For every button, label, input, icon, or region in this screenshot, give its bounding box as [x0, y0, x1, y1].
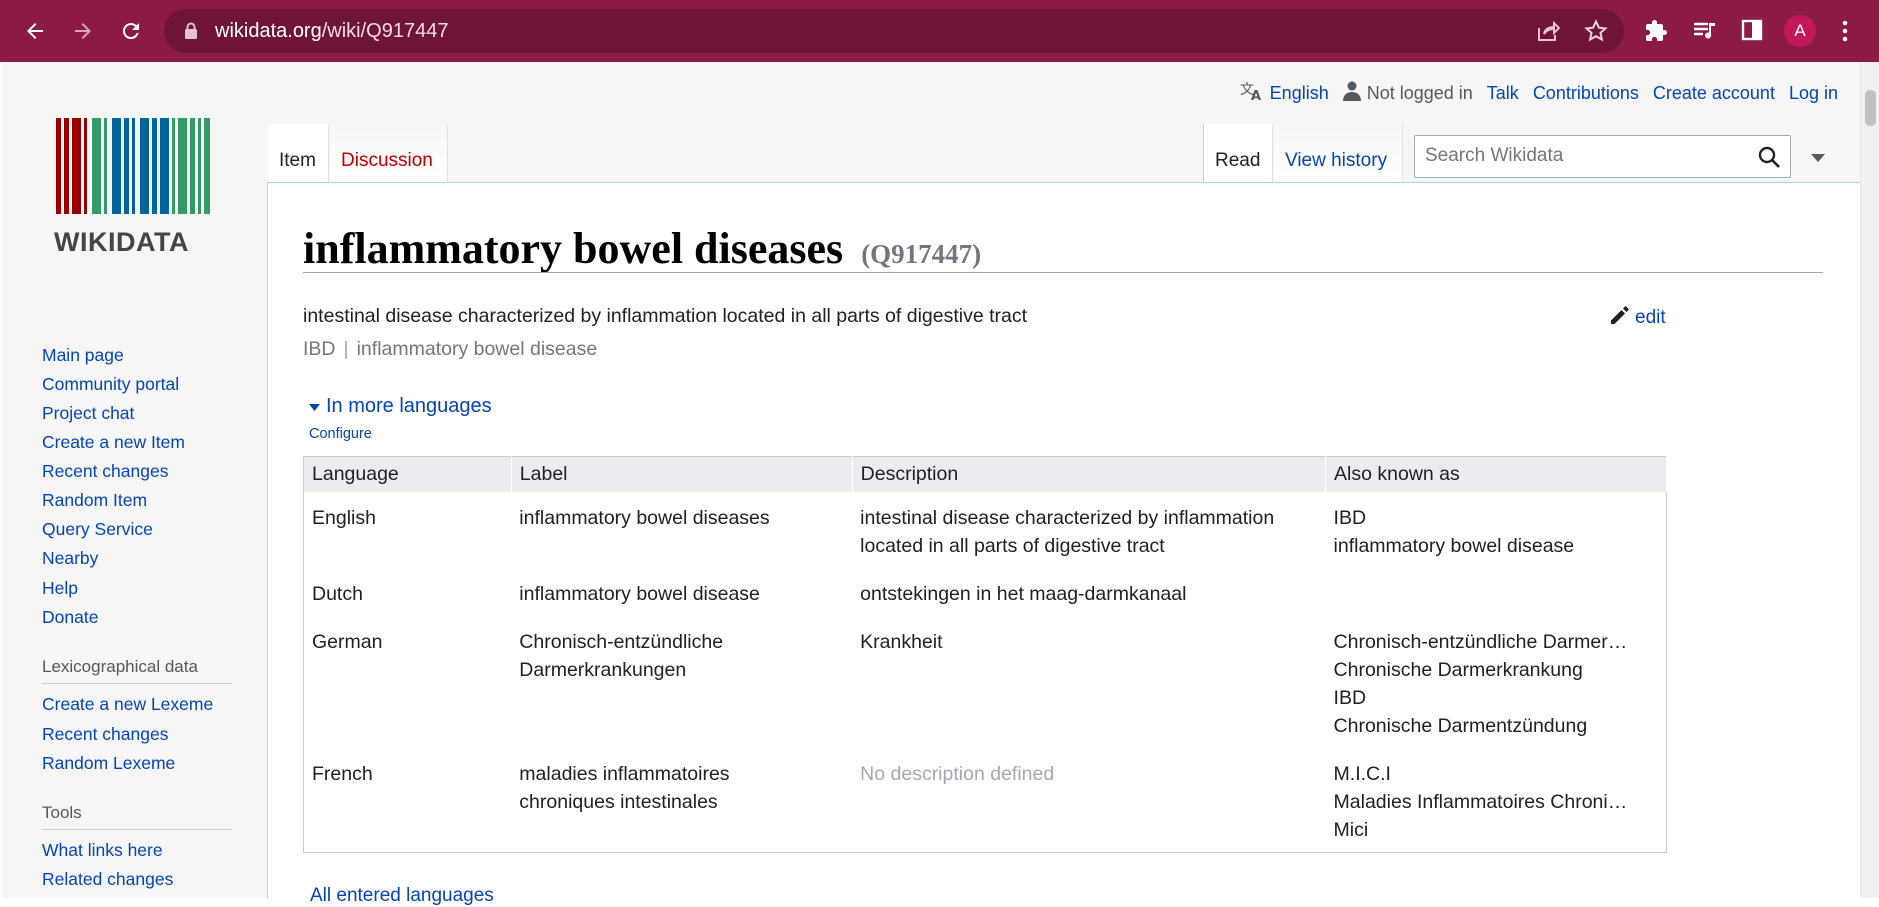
- aka-cell: M.I.C.I Maladies Inflammatoires Chroni… Mi…: [1333, 763, 1628, 841]
- talk-link[interactable]: Talk: [1487, 83, 1519, 104]
- sidebar-item-random-item[interactable]: Random Item: [42, 490, 147, 511]
- contributions-link[interactable]: Contributions: [1533, 83, 1639, 104]
- item-aliases: IBD | inflammatory bowel disease: [303, 338, 598, 360]
- search-icon[interactable]: [1758, 146, 1780, 173]
- not-logged-in-text: Not logged in: [1366, 83, 1473, 103]
- sidebar-item-help[interactable]: Help: [42, 578, 78, 599]
- share-icon[interactable]: [1536, 20, 1561, 47]
- personal-tools: 文A English Not logged in Talk Contributi…: [1240, 80, 1838, 107]
- table-row: Dutch inflammatory bowel disease ontstek…: [304, 568, 1667, 616]
- logo-wordmark: WIKIDATA: [54, 227, 189, 257]
- language-cell: Dutch: [312, 583, 363, 605]
- main-content: inflammatory bowel diseases (Q917447) int…: [267, 182, 1860, 906]
- more-languages-toggle[interactable]: In more languages: [309, 395, 492, 418]
- bookmark-star-icon[interactable]: [1584, 19, 1608, 48]
- configure-link[interactable]: Configure: [309, 426, 372, 442]
- label-cell: maladies inflammatoires chroniques intest…: [519, 763, 730, 813]
- log-in-link[interactable]: Log in: [1789, 83, 1838, 104]
- label-cell: Chronisch-entzündliche Darmerkrankungen: [519, 631, 724, 681]
- profile-avatar[interactable]: A: [1784, 15, 1816, 47]
- page-title: inflammatory bowel diseases (Q917447): [303, 223, 981, 274]
- user-icon: [1342, 81, 1361, 106]
- description-cell: No description defined: [860, 763, 1055, 785]
- side-panel-icon[interactable]: [1741, 19, 1763, 46]
- sidebar-item-recent-changes[interactable]: Recent changes: [42, 461, 168, 482]
- table-row: German Chronisch-entzündliche Darmerkrank…: [304, 616, 1667, 748]
- wikidata-logo[interactable]: WIKIDATA: [54, 118, 214, 258]
- tab-item[interactable]: Item: [268, 124, 329, 182]
- aka-cell: [1326, 568, 1667, 616]
- alias: IBD: [303, 338, 336, 360]
- kebab-menu-icon[interactable]: [1842, 19, 1848, 48]
- column-header-description: Description: [852, 456, 1327, 492]
- description-cell: Krankheit: [860, 631, 943, 653]
- language-cell: English: [312, 507, 376, 529]
- sidebar-item-community-portal[interactable]: Community portal: [42, 374, 179, 395]
- sidebar-heading-lexicographical: Lexicographical data: [42, 657, 232, 684]
- alias: inflammatory bowel disease: [356, 338, 598, 360]
- sidebar-item-lexeme-recent-changes[interactable]: Recent changes: [42, 724, 168, 745]
- label-cell: inflammatory bowel disease: [519, 583, 760, 605]
- language-cell: French: [312, 763, 373, 785]
- sidebar-item-random-lexeme[interactable]: Random Lexeme: [42, 753, 175, 774]
- item-id: (Q917447): [861, 239, 982, 269]
- title-divider: [303, 272, 1823, 273]
- description-cell: intestinal disease characterized by infl…: [860, 507, 1275, 557]
- aka-cell: Chronisch-entzündliche Darmer… Chronische…: [1333, 631, 1628, 737]
- sidebar-item-create-lexeme[interactable]: Create a new Lexeme: [42, 694, 213, 715]
- caret-down-icon: [309, 395, 320, 418]
- tab-view-history[interactable]: View history: [1274, 124, 1403, 182]
- extensions-icon[interactable]: [1644, 19, 1668, 48]
- sidebar-item-nearby[interactable]: Nearby: [42, 548, 98, 569]
- edit-label: edit: [1635, 307, 1666, 328]
- more-actions-dropdown-icon[interactable]: [1810, 150, 1826, 168]
- tab-discussion[interactable]: Discussion: [330, 124, 448, 182]
- translate-icon[interactable]: 文A: [1240, 80, 1264, 107]
- pencil-icon: [1609, 304, 1631, 332]
- language-link[interactable]: English: [1270, 83, 1329, 104]
- column-header-label: Label: [511, 456, 853, 492]
- item-label: inflammatory bowel diseases: [303, 224, 844, 273]
- lock-icon[interactable]: [184, 22, 198, 45]
- scrollbar-thumb[interactable]: [1865, 90, 1876, 126]
- search-input[interactable]: [1425, 145, 1745, 167]
- label-cell: inflammatory bowel diseases: [519, 507, 770, 529]
- logo-barcode: [56, 118, 210, 214]
- languages-table: Language Label Description Also known as…: [303, 456, 1667, 853]
- sidebar-item-related-changes[interactable]: Related changes: [42, 869, 173, 890]
- table-header-row: Language Label Description Also known as: [303, 456, 1667, 492]
- aka-cell: IBD inflammatory bowel disease: [1333, 507, 1575, 557]
- sidebar-item-what-links-here[interactable]: What links here: [42, 840, 163, 861]
- svg-text:A: A: [1251, 89, 1261, 102]
- media-queue-icon[interactable]: [1692, 19, 1718, 48]
- tab-read[interactable]: Read: [1203, 124, 1273, 182]
- column-header-also-known-as: Also known as: [1325, 456, 1667, 492]
- more-languages-label: In more languages: [326, 395, 492, 417]
- url-text: wikidata.org/wiki/Q917447: [215, 20, 449, 42]
- sidebar-item-project-chat[interactable]: Project chat: [42, 403, 134, 424]
- forward-icon[interactable]: [66, 14, 100, 48]
- all-entered-languages-link[interactable]: All entered languages: [310, 885, 494, 907]
- language-cell: German: [312, 631, 383, 653]
- description-cell: ontstekingen in het maag-darmkanaal: [860, 583, 1187, 605]
- page-scrollbar[interactable]: [1860, 62, 1879, 898]
- reload-icon[interactable]: [114, 14, 148, 48]
- table-row: French maladies inflammatoires chroniques…: [304, 748, 1667, 853]
- column-header-language: Language: [303, 456, 512, 492]
- create-account-link[interactable]: Create account: [1653, 83, 1775, 104]
- back-icon[interactable]: [18, 14, 52, 48]
- edit-button[interactable]: edit: [1609, 304, 1666, 332]
- sidebar-item-query-service[interactable]: Query Service: [42, 519, 153, 540]
- sidebar-item-main-page[interactable]: Main page: [42, 345, 124, 366]
- sidebar-item-donate[interactable]: Donate: [42, 607, 98, 628]
- search-box[interactable]: [1414, 135, 1791, 178]
- table-row: English inflammatory bowel diseases inte…: [304, 492, 1667, 568]
- item-description: intestinal disease characterized by infl…: [303, 305, 1028, 327]
- browser-toolbar: wikidata.org/wiki/Q917447 A: [0, 0, 1879, 62]
- sidebar-heading-tools: Tools: [42, 803, 232, 830]
- sidebar-item-create-item[interactable]: Create a new Item: [42, 432, 185, 453]
